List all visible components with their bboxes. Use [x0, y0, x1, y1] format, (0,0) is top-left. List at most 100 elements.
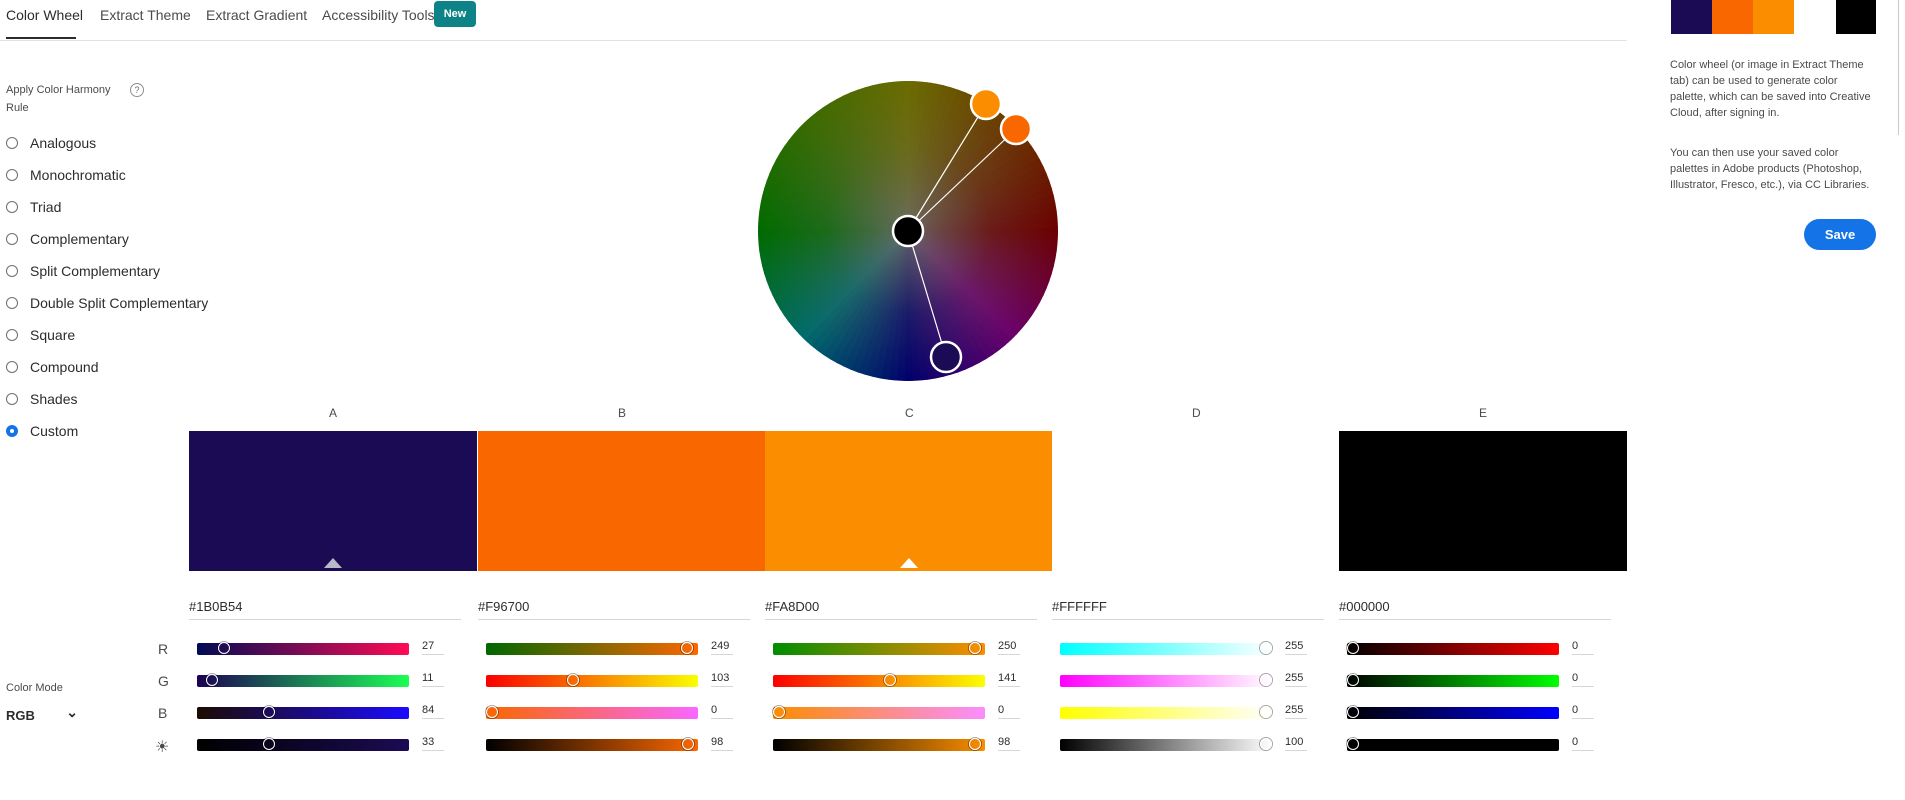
slider-handle[interactable]	[883, 674, 896, 686]
value-input-b[interactable]: 84	[422, 704, 444, 719]
slider-brightness-d[interactable]	[1060, 738, 1272, 751]
slider-handle[interactable]	[262, 706, 275, 718]
wheel-handle-c[interactable]	[969, 87, 1003, 121]
radio-icon[interactable]	[6, 425, 18, 437]
value-input-brightness[interactable]: 0	[1572, 736, 1594, 751]
radio-icon[interactable]	[6, 169, 18, 181]
slider-r-a[interactable]	[197, 642, 409, 655]
hex-input-e[interactable]: #000000	[1339, 597, 1611, 620]
slider-handle[interactable]	[205, 674, 218, 686]
value-input-r[interactable]: 250	[998, 640, 1020, 655]
tab-color-wheel[interactable]: Color Wheel	[6, 7, 83, 23]
harmony-rule-triad[interactable]: Triad	[6, 197, 61, 217]
hex-input-b[interactable]: #F96700	[478, 597, 750, 620]
slider-g-c[interactable]	[773, 674, 985, 687]
hex-input-c[interactable]: #FA8D00	[765, 597, 1037, 620]
color-swatch-c[interactable]	[765, 431, 1053, 571]
question-circle-icon[interactable]: ?	[130, 83, 144, 97]
slider-b-e[interactable]	[1347, 706, 1559, 719]
slider-handle[interactable]	[969, 642, 981, 654]
color-swatch-e[interactable]	[1339, 431, 1627, 571]
value-input-b[interactable]: 0	[998, 704, 1020, 719]
value-input-brightness[interactable]: 98	[711, 736, 733, 751]
slider-b-c[interactable]	[773, 706, 985, 719]
color-swatch-d[interactable]	[1052, 431, 1340, 571]
slider-r-c[interactable]	[773, 642, 985, 655]
wheel-handle-a[interactable]	[929, 340, 963, 374]
radio-icon[interactable]	[6, 201, 18, 213]
radio-icon[interactable]	[6, 265, 18, 277]
slider-brightness-a[interactable]	[197, 738, 409, 751]
scrollbar[interactable]	[1898, 0, 1899, 135]
harmony-rule-custom[interactable]: Custom	[6, 421, 78, 441]
slider-handle[interactable]	[682, 738, 694, 750]
value-input-g[interactable]: 141	[998, 672, 1020, 687]
harmony-rule-split-complementary[interactable]: Split Complementary	[6, 261, 160, 281]
radio-icon[interactable]	[6, 233, 18, 245]
value-input-r[interactable]: 0	[1572, 640, 1594, 655]
harmony-rule-complementary[interactable]: Complementary	[6, 229, 129, 249]
radio-icon[interactable]	[6, 393, 18, 405]
value-input-g[interactable]: 0	[1572, 672, 1594, 687]
slider-b-b[interactable]	[486, 706, 698, 719]
slider-handle[interactable]	[486, 706, 498, 718]
harmony-rule-analogous[interactable]: Analogous	[6, 133, 96, 153]
slider-handle[interactable]	[681, 642, 694, 654]
harmony-rule-double-split-complementary[interactable]: Double Split Complementary	[6, 293, 208, 313]
color-mode-select[interactable]: RGB ⌄	[6, 704, 78, 725]
color-swatch-a[interactable]	[189, 431, 477, 571]
hex-input-a[interactable]: #1B0B54	[189, 597, 461, 620]
slider-handle[interactable]	[263, 738, 275, 750]
save-button[interactable]: Save	[1804, 219, 1876, 250]
value-input-r[interactable]: 255	[1285, 640, 1307, 655]
slider-r-d[interactable]	[1060, 642, 1272, 655]
value-input-b[interactable]: 0	[1572, 704, 1594, 719]
radio-icon[interactable]	[6, 361, 18, 373]
color-wheel[interactable]	[757, 80, 1059, 382]
slider-r-e[interactable]	[1347, 642, 1559, 655]
slider-brightness-c[interactable]	[773, 738, 985, 751]
slider-handle[interactable]	[969, 738, 981, 750]
radio-icon[interactable]	[6, 297, 18, 309]
slider-handle[interactable]	[1260, 706, 1272, 718]
slider-handle[interactable]	[1347, 674, 1359, 686]
color-swatch-b[interactable]	[478, 431, 766, 571]
slider-handle[interactable]	[1347, 642, 1359, 654]
slider-handle[interactable]	[1347, 738, 1359, 750]
slider-handle[interactable]	[773, 706, 785, 718]
harmony-rule-shades[interactable]: Shades	[6, 389, 77, 409]
value-input-g[interactable]: 11	[422, 672, 444, 687]
slider-handle[interactable]	[1260, 674, 1272, 686]
value-input-b[interactable]: 255	[1285, 704, 1307, 719]
slider-handle[interactable]	[1347, 706, 1359, 718]
value-input-brightness[interactable]: 33	[422, 736, 444, 751]
harmony-rule-square[interactable]: Square	[6, 325, 75, 345]
tab-extract-theme[interactable]: Extract Theme	[100, 7, 191, 23]
value-input-brightness[interactable]: 100	[1285, 736, 1307, 751]
wheel-handle-b[interactable]	[999, 112, 1033, 146]
harmony-rule-monochromatic[interactable]: Monochromatic	[6, 165, 126, 185]
radio-icon[interactable]	[6, 137, 18, 149]
tab-accessibility-tools[interactable]: Accessibility Tools	[322, 7, 435, 23]
slider-handle[interactable]	[218, 642, 231, 654]
value-input-b[interactable]: 0	[711, 704, 733, 719]
slider-b-a[interactable]	[197, 706, 409, 719]
slider-g-a[interactable]	[197, 674, 409, 687]
slider-b-d[interactable]	[1060, 706, 1272, 719]
hex-input-d[interactable]: #FFFFFF	[1052, 597, 1324, 620]
radio-icon[interactable]	[6, 329, 18, 341]
slider-handle[interactable]	[1260, 738, 1272, 750]
slider-brightness-b[interactable]	[486, 738, 698, 751]
slider-g-e[interactable]	[1347, 674, 1559, 687]
value-input-r[interactable]: 27	[422, 640, 444, 655]
wheel-handle-e[interactable]	[891, 214, 925, 248]
slider-handle[interactable]	[566, 674, 579, 686]
value-input-g[interactable]: 103	[711, 672, 733, 687]
value-input-r[interactable]: 249	[711, 640, 733, 655]
slider-handle[interactable]	[1260, 642, 1272, 654]
slider-g-b[interactable]	[486, 674, 698, 687]
slider-brightness-e[interactable]	[1347, 738, 1559, 751]
value-input-g[interactable]: 255	[1285, 672, 1307, 687]
slider-r-b[interactable]	[486, 642, 698, 655]
harmony-rule-compound[interactable]: Compound	[6, 357, 99, 377]
